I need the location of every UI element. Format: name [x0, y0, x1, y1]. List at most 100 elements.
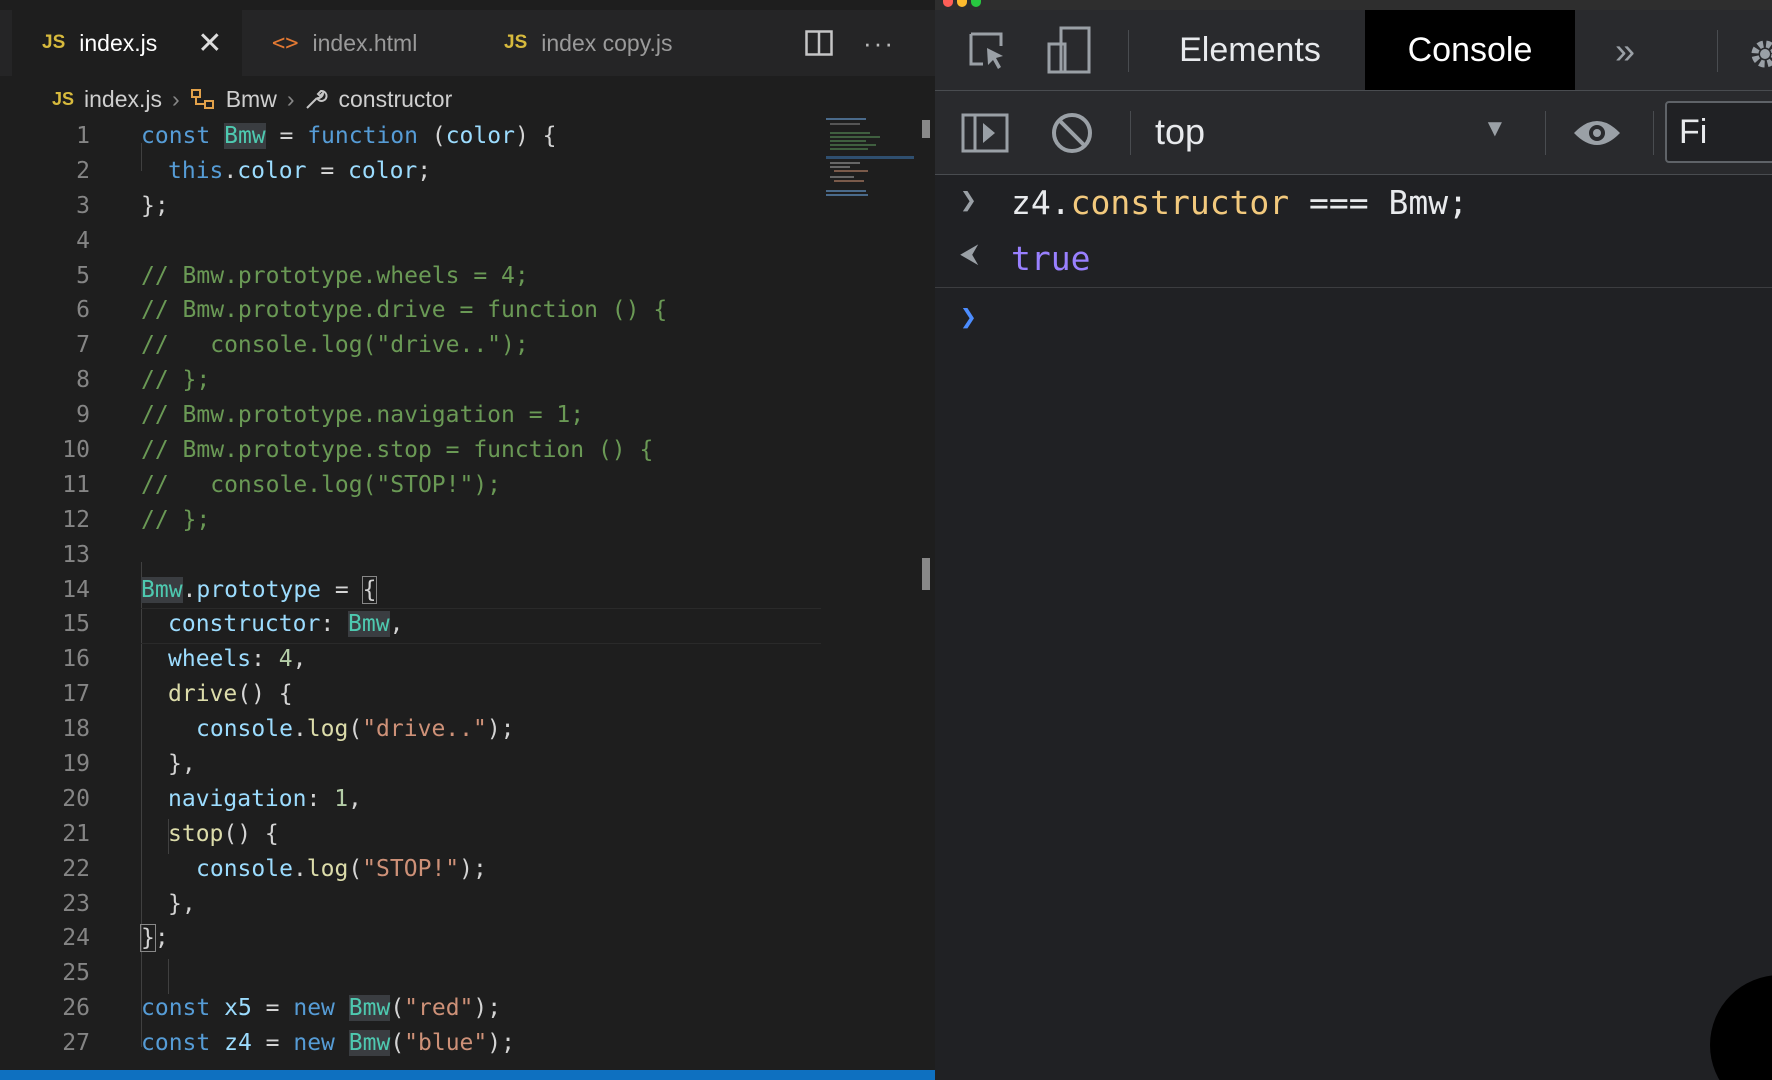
- code-line: 7// console.log("drive..");: [0, 328, 830, 363]
- line-number: 10: [62, 437, 90, 464]
- tab-console[interactable]: Console: [1365, 10, 1575, 90]
- code-line: 5// Bmw.prototype.wheels = 4;: [0, 259, 830, 294]
- console-output[interactable]: ❯ z4.constructor === Bmw; ⮜ true ❯: [935, 175, 1772, 348]
- line-number: 24: [62, 925, 90, 952]
- scrollbar-thumb[interactable]: [922, 120, 930, 138]
- device-toolbar-icon[interactable]: [1047, 26, 1093, 74]
- line-number: 3: [76, 192, 90, 219]
- console-toolbar: top ▼ Fi: [935, 91, 1772, 175]
- result-arrow-icon: ⮜: [960, 239, 979, 269]
- split-editor-icon[interactable]: [805, 30, 833, 56]
- chevron-right-icon: ›: [286, 85, 295, 112]
- line-number: 26: [62, 995, 90, 1022]
- line-number: 7: [76, 332, 90, 359]
- line-number: 14: [62, 576, 90, 603]
- filter-input[interactable]: Fi: [1665, 101, 1772, 163]
- context-label: top: [1155, 111, 1206, 152]
- code-line: 22 console.log("STOP!");: [0, 852, 830, 887]
- tab-label: index.js: [79, 29, 158, 56]
- code-line: 24};: [0, 921, 830, 956]
- code-line: 25: [0, 956, 830, 991]
- line-number: 20: [62, 785, 90, 812]
- console-input-text: z4.constructor === Bmw;: [1011, 183, 1468, 222]
- line-number: 19: [62, 751, 90, 778]
- settings-gear-icon[interactable]: [1745, 34, 1772, 74]
- code-line: 6// Bmw.prototype.drive = function () {: [0, 293, 830, 328]
- breadcrumb-file[interactable]: index.js: [84, 86, 162, 113]
- line-number: 13: [62, 541, 90, 568]
- more-tabs-icon[interactable]: »: [1615, 30, 1635, 72]
- line-number: 15: [62, 611, 90, 638]
- code-editor: JS index.js ✕ <> index.html JS index cop…: [0, 0, 935, 1080]
- code-line: 1 const Bmw = function (color) {: [0, 119, 830, 154]
- dropdown-arrow-icon: ▼: [1483, 115, 1507, 142]
- class-symbol-icon: [190, 89, 214, 109]
- breadcrumb: JS index.js › Bmw › constructor: [52, 82, 452, 116]
- bmw-identifier: Bmw: [224, 123, 266, 149]
- line-number: 16: [62, 646, 90, 673]
- code-line: 16 wheels: 4,: [0, 642, 830, 677]
- window-titlebar: [935, 0, 1772, 10]
- code-line: 11// console.log("STOP!");: [0, 468, 830, 503]
- sidebar-toggle-icon[interactable]: [961, 113, 1009, 153]
- line-number: 27: [62, 1030, 90, 1057]
- line-number: 25: [62, 960, 90, 987]
- divider: [1128, 30, 1129, 72]
- tab-index-html[interactable]: <> index.html: [242, 10, 472, 76]
- line-number: 12: [62, 506, 90, 533]
- html-file-icon: <>: [272, 30, 299, 56]
- tab-label: index.html: [312, 29, 418, 56]
- devtools-tab-bar: Elements Console »: [935, 10, 1772, 91]
- clear-console-icon[interactable]: [1050, 111, 1094, 155]
- code-area[interactable]: 1 const Bmw = function (color) { 2 this.co…: [0, 119, 830, 1061]
- status-bar: [0, 1070, 935, 1080]
- code-line: 9// Bmw.prototype.navigation = 1;: [0, 398, 830, 433]
- line-number: 17: [62, 681, 90, 708]
- code-line: 23},: [0, 887, 830, 922]
- code-line: 17 drive() {: [0, 677, 830, 712]
- divider: [1545, 111, 1546, 155]
- tab-label: index copy.js: [541, 29, 673, 56]
- line-number: 1: [76, 123, 90, 149]
- scrollbar-thumb[interactable]: [922, 558, 930, 590]
- console-prompt-row[interactable]: ❯: [935, 288, 1772, 348]
- tab-index-js[interactable]: JS index.js ✕: [12, 10, 242, 76]
- live-expression-eye-icon[interactable]: [1572, 117, 1622, 149]
- context-selector[interactable]: top ▼: [1155, 91, 1525, 174]
- wrench-icon: [306, 90, 328, 109]
- line-number: 9: [76, 402, 90, 429]
- editor-tab-bar: JS index.js ✕ <> index.html JS index cop…: [0, 10, 935, 76]
- close-icon[interactable]: ✕: [197, 26, 222, 61]
- code-line: 4: [0, 224, 830, 259]
- breadcrumb-symbol[interactable]: Bmw: [226, 86, 277, 113]
- line-number: 6: [76, 297, 90, 324]
- inspect-element-icon[interactable]: [967, 30, 1009, 72]
- code-line: 3};: [0, 189, 830, 224]
- maximize-window-icon[interactable]: [971, 0, 981, 7]
- code-line: 26 const x5 = new Bmw("red");: [0, 991, 830, 1026]
- code-line: 27 const z4 = new Bmw("blue");: [0, 1026, 830, 1061]
- divider: [1653, 111, 1654, 155]
- console-result: true: [1011, 239, 1091, 278]
- chevron-right-icon: ›: [172, 85, 180, 112]
- devtools-panel: Elements Console » top ▼ Fi ❯ z4.constru…: [935, 0, 1772, 1080]
- breadcrumb-member[interactable]: constructor: [338, 86, 452, 113]
- chevron-right-icon: ❯: [960, 183, 977, 216]
- tab-elements[interactable]: Elements: [1135, 10, 1365, 90]
- minimap[interactable]: [826, 118, 914, 208]
- divider: [1717, 30, 1718, 72]
- filter-label: Fi: [1679, 113, 1708, 151]
- tab-index-copy-js[interactable]: JS index copy.js: [472, 10, 732, 76]
- console-input-row: ❯ z4.constructor === Bmw;: [935, 175, 1772, 231]
- more-actions-icon[interactable]: ···: [863, 28, 895, 59]
- close-window-icon[interactable]: [943, 0, 953, 7]
- code-line: 15 constructor: Bmw,: [0, 607, 830, 642]
- code-line: 19},: [0, 747, 830, 782]
- editor-actions: ···: [805, 10, 925, 76]
- line-number: 22: [62, 855, 90, 882]
- code-line: 10// Bmw.prototype.stop = function () {: [0, 433, 830, 468]
- code-line: 18 console.log("drive..");: [0, 712, 830, 747]
- minimize-window-icon[interactable]: [957, 0, 967, 7]
- code-line: 2 this.color = color;: [0, 154, 830, 189]
- line-number: 5: [76, 262, 90, 289]
